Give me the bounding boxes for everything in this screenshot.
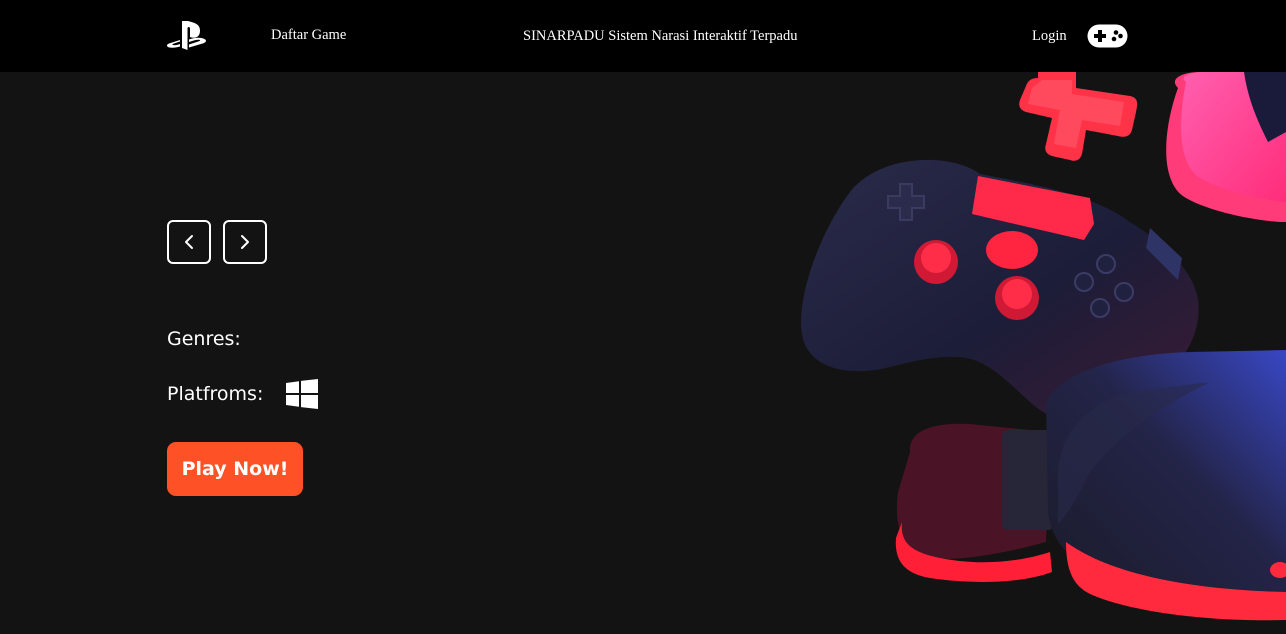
playstation-logo-icon[interactable] <box>166 20 208 52</box>
gamepad-icon <box>1087 24 1128 48</box>
windows-icon <box>286 379 318 409</box>
navbar: Daftar Game SINARPADU Sistem Narasi Inte… <box>0 0 1286 72</box>
genres-label: Genres: <box>167 328 241 350</box>
slider-next-button[interactable] <box>223 220 267 264</box>
slider-prev-button[interactable] <box>167 220 211 264</box>
chevron-left-icon <box>185 235 193 249</box>
nav-link-game-list[interactable]: Daftar Game <box>271 26 346 44</box>
hero-illustration <box>790 72 1286 634</box>
nav-link-login[interactable]: Login <box>1032 27 1067 45</box>
chevron-right-icon <box>241 235 249 249</box>
play-now-button[interactable]: Play Now! <box>167 442 303 496</box>
site-title: SINARPADU Sistem Narasi Interaktif Terpa… <box>523 28 798 44</box>
platforms-label: Platfroms: <box>167 383 264 405</box>
